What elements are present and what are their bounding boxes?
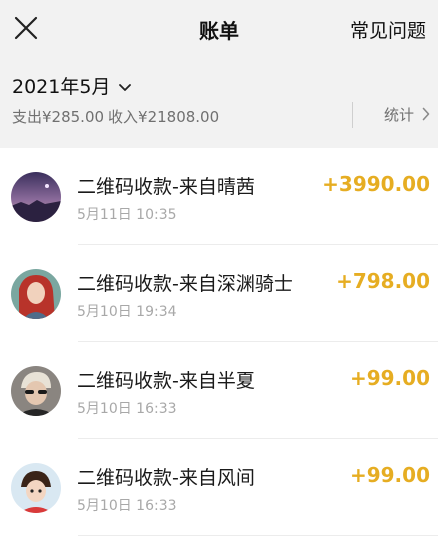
transaction-row[interactable]: 二维码收款-来自深渊骑士 5月10日 19:34 +798.00	[0, 245, 438, 342]
avatar	[11, 269, 61, 319]
transaction-time: 5月11日 10:35	[77, 207, 177, 223]
expense-total: 支出¥285.00	[12, 108, 105, 126]
avatar	[11, 366, 61, 416]
month-label: 2021年5月	[12, 76, 111, 98]
transaction-time: 5月10日 16:33	[77, 498, 177, 514]
transaction-row[interactable]: 二维码收款-来自晴茜 5月11日 10:35 +3990.00	[0, 148, 438, 245]
chevron-down-icon	[119, 83, 132, 91]
transaction-title: 二维码收款-来自深渊骑士	[77, 273, 293, 295]
month-selector[interactable]: 2021年5月	[12, 72, 132, 99]
transaction-row[interactable]: 二维码收款-来自风间 5月10日 16:33 +99.00	[0, 439, 438, 536]
transaction-amount: +798.00	[336, 269, 430, 293]
transaction-row[interactable]: 二维码收款-来自半夏 5月10日 16:33 +99.00	[0, 342, 438, 439]
avatar	[11, 463, 61, 513]
totals: 支出¥285.00 收入¥21808.00	[12, 106, 219, 127]
top-bar: 账单 常见问题	[0, 0, 438, 58]
stats-button[interactable]: 统计	[384, 104, 430, 125]
avatar	[11, 172, 61, 222]
transaction-amount: +99.00	[349, 463, 430, 487]
faq-link[interactable]: 常见问题	[350, 16, 426, 43]
transaction-title: 二维码收款-来自半夏	[77, 370, 255, 392]
chevron-right-icon	[422, 107, 430, 121]
income-total: 收入¥21808.00	[108, 108, 220, 126]
stats-label: 统计	[383, 106, 414, 124]
transaction-time: 5月10日 19:34	[77, 304, 177, 320]
month-summary: 2021年5月 支出¥285.00 收入¥21808.00 统计	[0, 58, 438, 148]
transaction-amount: +3990.00	[322, 172, 430, 196]
transaction-amount: +99.00	[349, 366, 430, 390]
transaction-title: 二维码收款-来自晴茜	[77, 176, 255, 198]
divider	[352, 102, 353, 128]
transaction-time: 5月10日 16:33	[77, 401, 177, 417]
transaction-title: 二维码收款-来自风间	[77, 467, 255, 489]
transaction-list: 二维码收款-来自晴茜 5月11日 10:35 +3990.00 二维码收款-来自…	[0, 148, 438, 536]
